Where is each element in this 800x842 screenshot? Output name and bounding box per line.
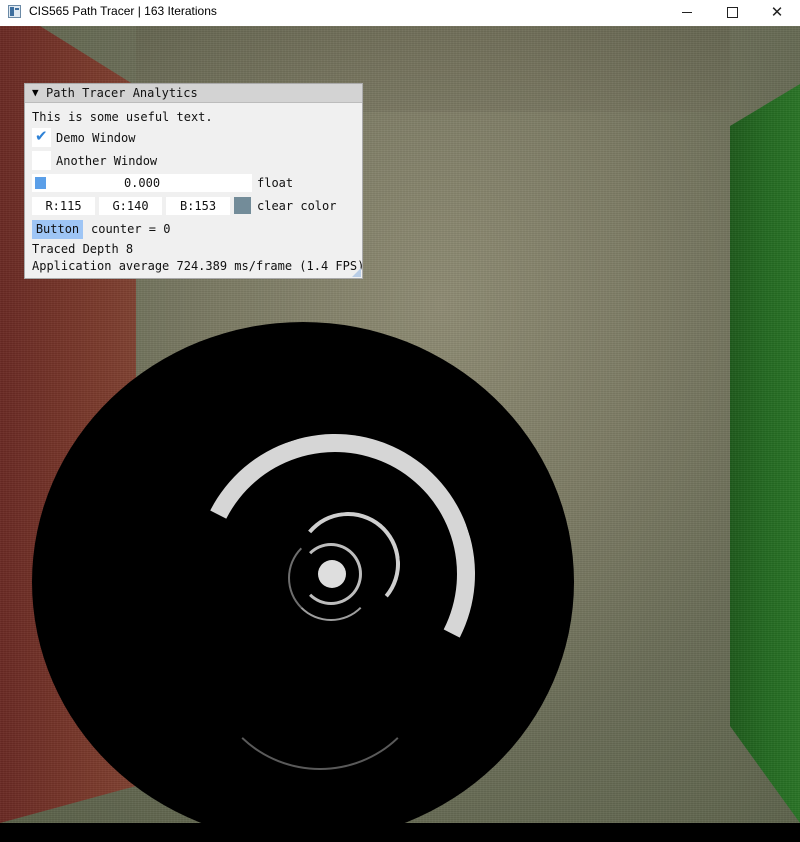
another-window-checkbox[interactable]	[32, 151, 51, 170]
window-title: CIS565 Path Tracer | 163 Iterations	[29, 4, 217, 18]
color-r-field[interactable]: R:115	[32, 197, 95, 215]
panel-title: Path Tracer Analytics	[46, 86, 198, 100]
float-label: float	[257, 176, 294, 190]
another-window-label: Another Window	[56, 154, 158, 168]
maximize-button[interactable]	[709, 0, 755, 24]
slider-value: 0.000	[123, 176, 161, 190]
resize-grip-icon[interactable]	[352, 268, 361, 277]
counter-text: counter = 0	[91, 222, 171, 236]
clear-color-label: clear color	[257, 199, 337, 213]
checkmark-icon: ✔	[35, 127, 48, 145]
fps-text: Application average 724.389 ms/frame (1.…	[32, 259, 365, 273]
color-b-field[interactable]: B:153	[166, 197, 230, 215]
demo-window-checkbox[interactable]: ✔	[32, 127, 51, 147]
minimize-button[interactable]	[664, 0, 710, 24]
traced-depth-text: Traced Depth 8	[32, 242, 134, 256]
sphere-reflection-core	[318, 560, 346, 588]
panel-title-bar[interactable]: ▼ Path Tracer Analytics	[25, 84, 362, 103]
counter-button[interactable]: Button	[32, 220, 83, 239]
float-slider[interactable]: 0.000	[32, 174, 252, 192]
close-icon: ✕	[770, 3, 784, 21]
useful-text: This is some useful text.	[32, 110, 213, 124]
collapse-triangle-icon[interactable]: ▼	[32, 86, 39, 99]
window-title-bar[interactable]: CIS565 Path Tracer | 163 Iterations ✕	[0, 0, 800, 27]
sphere-reflection-arc-bottom	[210, 560, 430, 770]
clear-color-swatch[interactable]	[234, 197, 251, 214]
app-icon	[8, 5, 21, 18]
maximize-icon	[726, 6, 738, 18]
demo-window-label: Demo Window	[56, 131, 136, 145]
color-g-field[interactable]: G:140	[99, 197, 162, 215]
minimize-icon	[682, 11, 692, 13]
close-button[interactable]: ✕	[754, 0, 800, 24]
analytics-panel[interactable]: ▼ Path Tracer Analytics This is some use…	[24, 83, 365, 279]
